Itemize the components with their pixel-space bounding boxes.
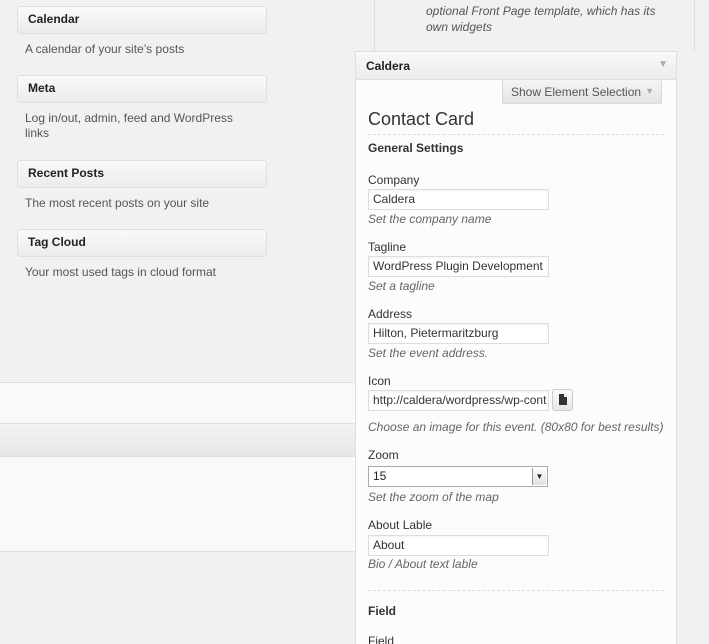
section-divider xyxy=(368,590,664,591)
zoom-select[interactable]: 15 ▼ xyxy=(368,466,548,487)
icon-url-input[interactable]: http://caldera/wordpress/wp-cont xyxy=(368,390,549,411)
icon-help: Choose an image for this event. (80x80 f… xyxy=(368,420,664,434)
widget-title[interactable]: Calendar xyxy=(17,6,267,34)
widget-calendar[interactable]: Calendar A calendar of your site’s posts xyxy=(17,6,267,57)
widget-recent-posts[interactable]: Recent Posts The most recent posts on yo… xyxy=(17,160,267,211)
caldera-widget-panel: Caldera ▼ Show Element Selection ▼ Conta… xyxy=(355,51,677,644)
address-input[interactable]: Hilton, Pietermaritzburg xyxy=(368,323,549,344)
company-label: Company xyxy=(368,173,420,187)
icon-label: Icon xyxy=(368,374,391,388)
zoom-selected-value: 15 xyxy=(373,469,387,483)
about-input[interactable]: About xyxy=(368,535,549,556)
widget-meta[interactable]: Meta Log in/out, admin, feed and WordPre… xyxy=(17,75,267,141)
inactive-widgets-area xyxy=(0,382,356,552)
widget-description: A calendar of your site’s posts xyxy=(25,42,185,56)
widget-description: Your most used tags in cloud format xyxy=(25,265,216,279)
tagline-label: Tagline xyxy=(368,240,407,254)
widget-title[interactable]: Recent Posts xyxy=(17,160,267,188)
collapse-arrow-icon[interactable]: ▼ xyxy=(658,59,668,70)
sidebar-description: optional Front Page template, which has … xyxy=(426,4,656,34)
contact-card-title: Contact Card xyxy=(368,109,664,135)
widget-title[interactable]: Tag Cloud xyxy=(17,229,267,257)
show-element-selection-button[interactable]: Show Element Selection ▼ xyxy=(502,80,662,104)
widget-description: Log in/out, admin, feed and WordPress li… xyxy=(25,111,233,140)
tagline-help: Set a tagline xyxy=(368,279,435,293)
address-help: Set the event address. xyxy=(368,346,489,360)
about-label: About Lable xyxy=(368,518,433,532)
zoom-label: Zoom xyxy=(368,448,399,462)
show-element-selection-label: Show Element Selection xyxy=(511,85,642,99)
widget-tag-cloud[interactable]: Tag Cloud Your most used tags in cloud f… xyxy=(17,229,267,280)
company-input[interactable]: Caldera xyxy=(368,189,549,210)
field-label: Field xyxy=(368,634,395,644)
address-label: Address xyxy=(368,307,413,321)
select-arrow-icon: ▼ xyxy=(532,468,546,485)
widget-title[interactable]: Meta xyxy=(17,75,267,103)
media-upload-button[interactable] xyxy=(552,389,573,411)
about-help: Bio / About text lable xyxy=(368,557,478,571)
dropdown-arrow-icon: ▼ xyxy=(645,86,654,96)
general-settings-heading: General Settings xyxy=(368,141,464,155)
field-section-heading: Field xyxy=(368,604,397,618)
widget-header-title: Caldera xyxy=(366,59,411,73)
widget-header[interactable]: Caldera ▼ xyxy=(356,52,676,80)
inactive-widgets-bar[interactable] xyxy=(0,423,356,457)
tagline-input[interactable]: WordPress Plugin Development xyxy=(368,256,549,277)
file-icon xyxy=(559,394,567,405)
widget-description: The most recent posts on your site xyxy=(25,196,210,210)
zoom-help: Set the zoom of the map xyxy=(368,490,499,504)
company-help: Set the company name xyxy=(368,212,492,226)
